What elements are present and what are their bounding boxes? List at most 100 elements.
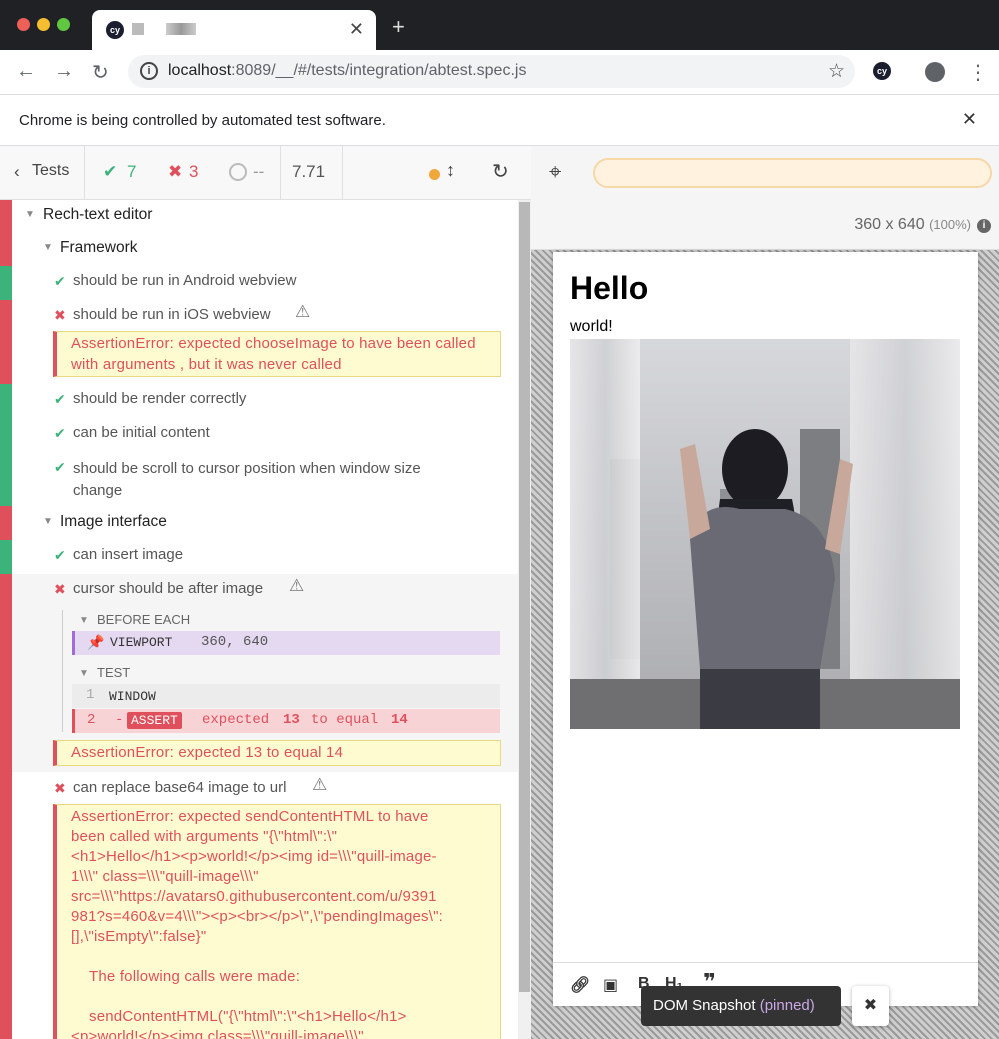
error-message-long: AssertionError: expected sendContentHTML… — [53, 804, 501, 1039]
status-stripe — [0, 266, 12, 300]
test-title[interactable]: cursor should be after image — [73, 580, 263, 597]
tests-back-button[interactable]: ‹ Tests — [0, 146, 85, 200]
reporter-header: ‹ Tests ✔ 7 ✖ 3 -- 7.71 ↕ ↻ — [0, 146, 531, 200]
auto-scroll-toggle-icon[interactable]: ↕ — [446, 160, 455, 181]
page-heading: Hello — [570, 270, 649, 306]
error-line: src=\\\"https://avatars0.githubuserconte… — [71, 888, 437, 905]
warning-icon: ⚠ — [312, 775, 328, 794]
running-status-dot — [429, 169, 440, 180]
infobar-message: Chrome is being controlled by automated … — [19, 112, 386, 129]
browser-tab[interactable]: cy ✕ — [92, 10, 376, 50]
info-icon[interactable]: i — [977, 219, 991, 233]
error-line: been called with arguments "{\"html\":\" — [71, 828, 338, 845]
pass-check-icon: ✔ — [54, 273, 66, 289]
aut-iframe[interactable]: Hello world! 🔗︎ ▣ B H₁ ❞ — [553, 252, 978, 1006]
test-title[interactable]: should be render correctly — [73, 390, 246, 407]
link-icon[interactable]: 🔗︎ — [570, 975, 590, 995]
profile-avatar-icon[interactable] — [925, 62, 945, 82]
command-prefix: - — [115, 712, 124, 728]
close-window-button[interactable] — [17, 18, 30, 31]
close-tab-icon[interactable]: ✕ — [349, 19, 364, 40]
test-title[interactable]: can replace base64 image to url — [73, 779, 286, 796]
photo-illustration — [570, 339, 960, 729]
back-arrow-icon[interactable]: ← — [16, 60, 36, 83]
pending-circle-icon — [229, 163, 247, 181]
error-line: The following calls were made: — [89, 968, 301, 985]
cypress-reporter: ‹ Tests ✔ 7 ✖ 3 -- 7.71 ↕ ↻ ▼ Rech-text … — [0, 146, 531, 1039]
site-info-icon[interactable]: i — [140, 62, 158, 80]
command-row-failed[interactable]: 2 - ASSERT expected 13 to equal 14 — [72, 709, 500, 733]
assert-expected: 14 — [391, 712, 408, 728]
test-title[interactable]: should be scroll to cursor position when… — [73, 458, 473, 502]
command-row[interactable]: 1 WINDOW — [72, 684, 500, 708]
collapse-triangle-icon[interactable]: ▼ — [79, 615, 89, 626]
assert-message: expected — [202, 712, 270, 728]
page-paragraph: world! — [570, 318, 613, 335]
command-row-pinned[interactable]: 📌 VIEWPORT 360, 640 — [72, 631, 500, 655]
hook-title[interactable]: TEST — [97, 665, 130, 680]
suite-title[interactable]: Framework — [60, 239, 138, 257]
url-text: localhost:8089/__/#/tests/integration/ab… — [168, 62, 527, 79]
viewport-info: 360 x 640 (100%) — [854, 216, 971, 234]
collapse-triangle-icon[interactable]: ▼ — [43, 242, 53, 253]
dom-snapshot-label: DOM Snapshot — [653, 997, 756, 1014]
editor-photo[interactable] — [570, 339, 960, 729]
stats: ✔ 7 ✖ 3 -- — [85, 146, 281, 200]
infobar-close-icon[interactable]: ✕ — [962, 109, 977, 130]
error-line: AssertionError: expected sendContentHTML… — [71, 808, 429, 825]
command-number: 1 — [86, 687, 95, 703]
pending-count: -- — [253, 162, 265, 181]
bookmark-star-icon[interactable]: ☆ — [828, 60, 845, 83]
chevron-left-icon: ‹ — [14, 162, 20, 181]
error-message: AssertionError: expected chooseImage to … — [53, 331, 501, 377]
error-line: <p>world!</p><img class=\\\"quill-image\… — [71, 1028, 364, 1039]
suite-title[interactable]: Rech-text editor — [43, 206, 152, 224]
browser-menu-icon[interactable]: ⋮ — [968, 60, 988, 85]
aut-header: ⌖ 360 x 640 (100%) i — [531, 146, 999, 250]
test-title[interactable]: should be run in iOS webview — [73, 306, 271, 323]
collapse-triangle-icon[interactable]: ▼ — [25, 209, 35, 220]
pass-check-icon: ✔ — [54, 425, 66, 441]
unpin-snapshot-close-icon[interactable]: ✖ — [852, 986, 889, 1026]
hook-title[interactable]: BEFORE EACH — [97, 612, 190, 627]
selector-input[interactable] — [593, 158, 992, 188]
restart-tests-icon[interactable]: ↻ — [492, 159, 509, 184]
command-number: 2 — [87, 712, 96, 728]
error-line: sendContentHTML("{\"html\":\"<h1>Hello</… — [89, 1008, 407, 1025]
status-stripe — [0, 200, 12, 266]
viewport-scale: (100%) — [929, 217, 971, 232]
test-title[interactable]: should be run in Android webview — [73, 272, 296, 289]
tab-title-blurred — [132, 23, 144, 35]
forward-arrow-icon[interactable]: → — [54, 60, 74, 83]
test-title[interactable]: can insert image — [73, 546, 183, 563]
minimize-window-button[interactable] — [37, 18, 50, 31]
reload-icon[interactable]: ↻ — [92, 60, 109, 85]
suite-title[interactable]: Image interface — [60, 513, 167, 531]
selector-playground-crosshair-icon[interactable]: ⌖ — [549, 159, 561, 185]
app-under-test-panel: ⌖ 360 x 640 (100%) i Hello world! 🔗︎ ▣ B… — [531, 146, 999, 1039]
tests-back-label: Tests — [32, 162, 70, 179]
fail-x-icon: ✖ — [54, 581, 66, 597]
status-stripe — [0, 574, 12, 1039]
test-title[interactable]: can be initial content — [73, 424, 210, 441]
status-stripe — [0, 300, 12, 384]
reporter-scrollbar-thumb[interactable] — [519, 202, 530, 992]
tab-title-blurred-2 — [166, 23, 196, 35]
new-tab-button[interactable]: + — [392, 14, 405, 40]
failed-x-icon: ✖ — [168, 162, 183, 181]
pass-check-icon: ✔ — [54, 547, 66, 563]
cypress-extension-icon[interactable]: cy — [873, 62, 891, 80]
duration-value: 7.71 — [292, 162, 326, 181]
assert-badge: ASSERT — [127, 712, 182, 729]
assert-message: to equal — [311, 712, 379, 728]
collapse-triangle-icon[interactable]: ▼ — [43, 516, 53, 527]
error-line: 1\\\" class=\\\"quill-image\\\" — [71, 868, 259, 885]
collapse-triangle-icon[interactable]: ▼ — [79, 668, 89, 679]
dom-snapshot-banner: DOM Snapshot (pinned) — [641, 986, 841, 1026]
hook-guide-line — [62, 610, 63, 732]
maximize-window-button[interactable] — [57, 18, 70, 31]
address-bar[interactable]: i localhost:8089/__/#/tests/integration/… — [128, 55, 855, 88]
image-icon[interactable]: ▣ — [603, 975, 618, 995]
status-stripe — [0, 506, 12, 540]
viewport-size: 360 x 640 — [854, 216, 925, 233]
